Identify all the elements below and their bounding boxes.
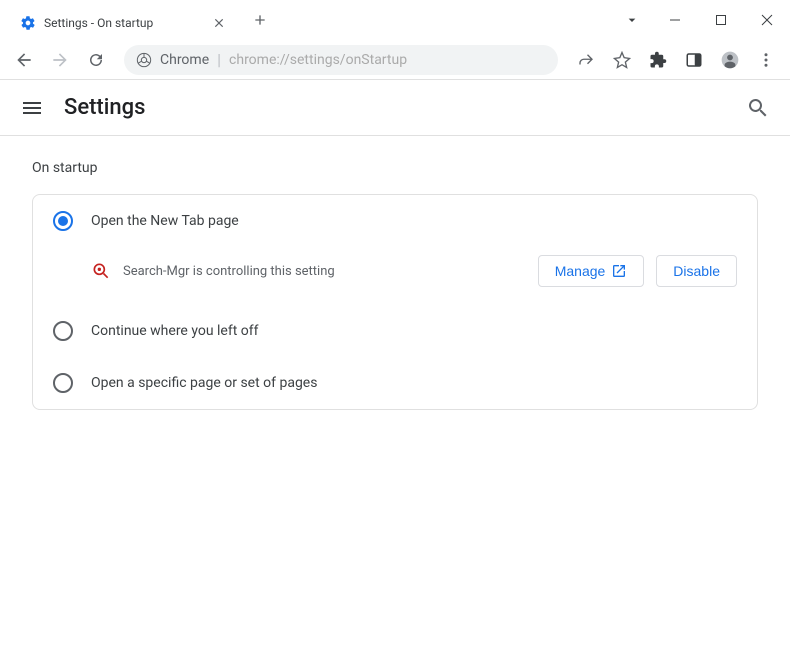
browser-toolbar: Chrome | chrome://settings/onStartup [0,40,790,80]
address-bar[interactable]: Chrome | chrome://settings/onStartup [124,45,558,75]
plus-icon [252,12,268,28]
address-url: chrome://settings/onStartup [229,52,407,68]
manage-button[interactable]: Manage [538,255,645,287]
settings-body: On startup Open the New Tab page Search-… [0,136,790,434]
arrow-left-icon [14,50,34,70]
section-title: On startup [32,160,758,176]
radio-specific[interactable]: Open a specific page or set of pages [33,357,757,409]
browser-tab[interactable]: Settings - On startup [8,6,238,40]
back-button[interactable] [8,44,40,76]
chrome-icon [136,52,152,68]
extension-magnifier-icon [91,261,111,281]
forward-button[interactable] [44,44,76,76]
radio-icon [53,321,73,341]
panel-icon [685,51,703,69]
share-icon [577,51,595,69]
gear-icon [20,15,36,31]
profile-button[interactable] [714,44,746,76]
radio-new-tab[interactable]: Open the New Tab page [33,195,757,247]
radio-icon [53,211,73,231]
share-button[interactable] [570,44,602,76]
page-title: Settings [64,95,145,120]
minimize-icon [669,14,681,26]
disable-label: Disable [673,263,720,279]
minimize-button[interactable] [652,0,698,40]
startup-card: Open the New Tab page Search-Mgr is cont… [32,194,758,410]
address-divider: | [217,50,221,69]
close-icon[interactable] [212,16,226,30]
avatar-icon [720,50,740,70]
bookmark-button[interactable] [606,44,638,76]
external-link-icon [611,263,627,279]
arrow-right-icon [50,50,70,70]
tab-search-button[interactable] [612,12,652,28]
close-icon [761,14,773,26]
radio-icon [53,373,73,393]
reload-icon [87,51,105,69]
manage-label: Manage [555,263,606,279]
address-prefix: Chrome [160,52,209,68]
radio-label: Continue where you left off [91,323,259,339]
menu-button[interactable] [750,44,782,76]
window-controls [612,0,790,40]
side-panel-button[interactable] [678,44,710,76]
extensions-button[interactable] [642,44,674,76]
settings-page: Settings On startup Open the New Tab pag… [0,80,790,434]
puzzle-icon [649,51,667,69]
search-icon[interactable] [746,96,770,120]
maximize-icon [715,14,727,26]
more-vert-icon [757,51,775,69]
star-icon [613,51,631,69]
close-window-button[interactable] [744,0,790,40]
tab-title: Settings - On startup [44,16,204,30]
hamburger-icon[interactable] [20,96,44,120]
chevron-down-icon [624,12,640,28]
new-tab-button[interactable] [246,6,274,34]
titlebar: Settings - On startup [0,0,790,40]
maximize-button[interactable] [698,0,744,40]
radio-label: Open the New Tab page [91,213,239,229]
controlled-notice: Search-Mgr is controlling this setting M… [33,247,757,305]
radio-label: Open a specific page or set of pages [91,375,317,391]
disable-button[interactable]: Disable [656,255,737,287]
controlled-text: Search-Mgr is controlling this setting [123,264,526,279]
reload-button[interactable] [80,44,112,76]
settings-header: Settings [0,80,790,136]
radio-continue[interactable]: Continue where you left off [33,305,757,357]
